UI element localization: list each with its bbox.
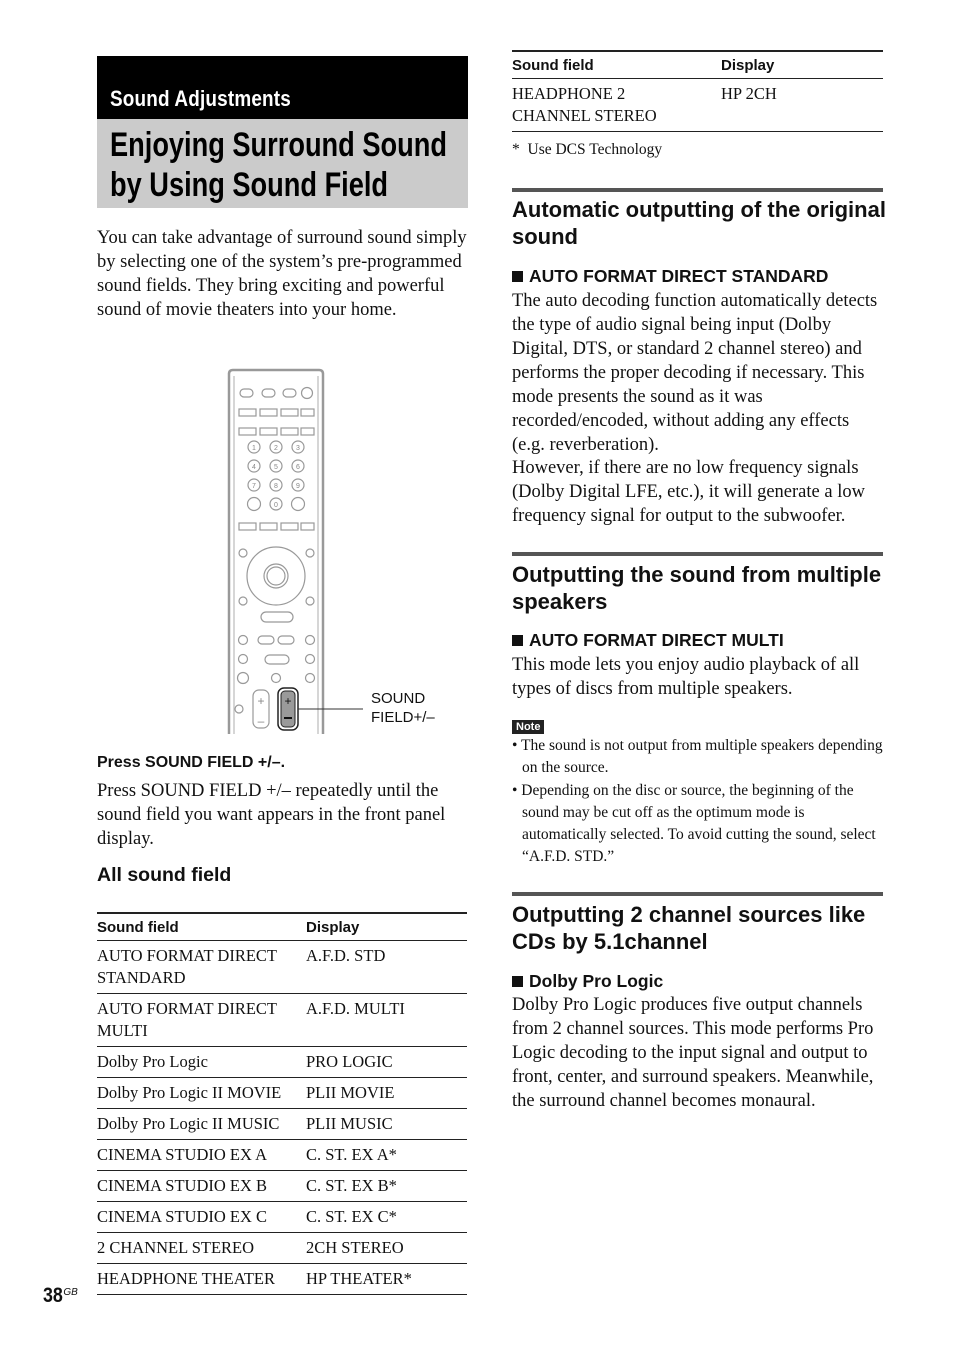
section-heading-auto-output: Automatic outputting of the original sou… [512,197,886,249]
subheading-text: AUTO FORMAT DIRECT STANDARD [529,266,829,286]
page-number-value: 38 [43,1284,63,1307]
svg-text:8: 8 [274,483,278,490]
display-cell: C. ST. EX B* [306,1176,397,1195]
subheading-afd-multi: AUTO FORMAT DIRECT MULTI [512,630,784,651]
title-banner: Enjoying Surround Sound by Using Sound F… [97,119,468,208]
sound-field-callout: SOUND FIELD+/– [371,689,435,727]
display-cell: HP THEATER* [306,1269,412,1288]
svg-text:1: 1 [252,445,256,452]
svg-text:3: 3 [296,445,300,452]
table-header-row: Sound field Display [512,51,883,79]
note-item: • The sound is not output from multiple … [512,737,883,777]
page-suffix: GB [63,1287,78,1298]
section-rule [512,188,883,192]
page-title-line1: Enjoying Surround Sound [110,126,447,164]
sound-field-table: Sound field Display AUTO FORMAT DIRECT S… [97,912,467,1295]
sound-field-cell: Dolby Pro Logic II MUSIC [97,1114,280,1133]
sound-field-cell: 2 CHANNEL STEREO [97,1238,255,1257]
table-header-row: Sound field Display [97,913,467,941]
display-cell: PLII MOVIE [306,1083,395,1102]
note-item: • Depending on the disc or source, the b… [512,781,876,866]
sound-field-cell: AUTO FORMAT DIRECT MULTI [97,999,277,1040]
page-title-line2: by Using Sound Field [110,166,389,204]
note-list: • The sound is not output from multiple … [512,735,887,869]
column-header: Sound field [512,56,594,74]
step-text: Press SOUND FIELD +/– repeatedly until t… [97,781,446,849]
table-row: AUTO FORMAT DIRECT MULTI A.F.D. MULTI [97,994,467,1047]
svg-text:–: – [258,714,265,728]
column-header: Display [721,56,775,74]
page-number: 38GB [43,1284,78,1308]
svg-text:7: 7 [252,483,256,490]
svg-text:5: 5 [274,464,278,471]
note-badge: Note [512,717,545,735]
table-row: 2 CHANNEL STEREO 2CH STEREO [97,1233,467,1264]
sound-field-cell: AUTO FORMAT DIRECT STANDARD [97,946,277,987]
table-row: Dolby Pro Logic II MOVIE PLII MOVIE [97,1078,467,1109]
intro-paragraph: You can take advantage of surround sound… [97,228,467,320]
table-row: HEADPHONE THEATER HP THEATER* [97,1264,467,1295]
section-text: This mode lets you enjoy audio playback … [512,655,860,699]
table-footnote: * Use DCS Technology [512,141,663,158]
section-rule [512,552,883,556]
sound-field-cell: HEADPHONE 2 CHANNEL STEREO [512,84,657,125]
section-banner: Sound Adjustments [97,56,468,119]
callout-line1: SOUND [371,690,426,707]
display-cell: PLII MUSIC [306,1114,393,1133]
all-sound-field-heading: All sound field [97,864,232,886]
table-row: CINEMA STUDIO EX A C. ST. EX A* [97,1140,467,1171]
svg-text:+: + [257,694,264,708]
remote-illustration: 1 2 3 4 5 6 7 8 9 0 + – + SOUND FIELD+/– [226,368,446,736]
svg-text:0: 0 [274,502,278,509]
sound-field-cell: CINEMA STUDIO EX B [97,1176,268,1195]
sound-field-cell: CINEMA STUDIO EX C [97,1207,268,1226]
callout-line2: FIELD+/– [371,709,435,726]
subheading-dolby-pro-logic: Dolby Pro Logic [512,971,663,992]
note-label: Note [512,720,545,734]
sound-field-cell: CINEMA STUDIO EX A [97,1145,268,1164]
table-row: CINEMA STUDIO EX C C. ST. EX C* [97,1202,467,1233]
svg-text:9: 9 [296,483,300,490]
svg-text:4: 4 [252,464,256,471]
display-cell: C. ST. EX A* [306,1145,397,1164]
section-text-2: However, if there are no low frequency s… [512,458,865,526]
remote-control-icon: 1 2 3 4 5 6 7 8 9 0 + – + [227,368,363,734]
table-row: Dolby Pro Logic II MUSIC PLII MUSIC [97,1109,467,1140]
section-heading-multiple-speakers: Outputting the sound from multiple speak… [512,562,882,614]
display-cell: HP 2CH [721,84,777,103]
section-label: Sound Adjustments [110,86,291,111]
square-bullet-icon [512,635,523,646]
display-cell: C. ST. EX C* [306,1207,397,1226]
display-cell: 2CH STEREO [306,1238,404,1257]
section-rule [512,892,883,896]
column-header: Sound field [97,918,179,936]
sound-field-cell: Dolby Pro Logic [97,1052,208,1071]
svg-text:+: + [284,694,291,708]
subheading-text: Dolby Pro Logic [529,971,664,991]
sound-field-cell: HEADPHONE THEATER [97,1269,275,1288]
table-row: HEADPHONE 2 CHANNEL STEREO HP 2CH [512,79,883,132]
svg-text:2: 2 [274,445,278,452]
section-heading-2ch-sources: Outputting 2 channel sources like CDs by… [512,902,866,954]
column-header: Display [306,918,360,936]
svg-text:6: 6 [296,464,300,471]
subheading-afd-standard: AUTO FORMAT DIRECT STANDARD [512,266,828,287]
display-cell: A.F.D. MULTI [306,999,405,1018]
sound-field-cell: Dolby Pro Logic II MOVIE [97,1083,282,1102]
square-bullet-icon [512,271,523,282]
section-text: Dolby Pro Logic produces five output cha… [512,995,874,1111]
square-bullet-icon [512,976,523,987]
section-text: The auto decoding function automatically… [512,291,878,455]
table-row: Dolby Pro Logic PRO LOGIC [97,1047,467,1078]
display-cell: PRO LOGIC [306,1052,393,1071]
sound-field-table-continued: Sound field Display HEADPHONE 2 CHANNEL … [512,50,883,132]
step-heading: Press SOUND FIELD +/–. [97,754,286,771]
table-row: AUTO FORMAT DIRECT STANDARD A.F.D. STD [97,941,467,994]
subheading-text: AUTO FORMAT DIRECT MULTI [529,630,784,650]
display-cell: A.F.D. STD [306,946,386,965]
table-row: CINEMA STUDIO EX B C. ST. EX B* [97,1171,467,1202]
